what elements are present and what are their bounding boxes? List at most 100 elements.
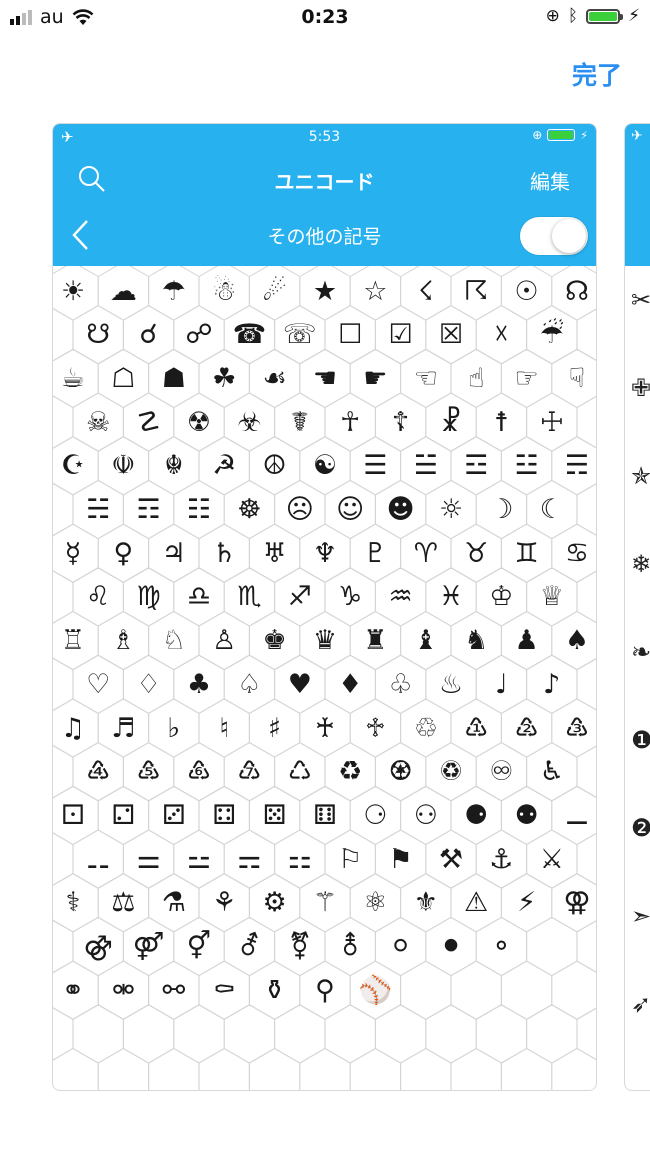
symbol-key[interactable]: ♆: [300, 528, 350, 578]
symbol-key[interactable]: ☻: [376, 485, 426, 535]
symbol-key[interactable]: ♚: [250, 616, 300, 666]
symbol-key[interactable]: ⚯: [149, 965, 199, 1015]
symbol-key[interactable]: ⚛: [350, 878, 400, 928]
symbol-key[interactable]: ☽: [476, 485, 526, 535]
symbol-key[interactable]: ♮: [199, 703, 249, 753]
symbol-key[interactable]: ⚃: [199, 790, 249, 840]
symbol-key[interactable]: ♌: [73, 572, 123, 622]
symbol-key[interactable]: ⚚: [300, 878, 350, 928]
symbol-key[interactable]: ⚌: [124, 834, 174, 884]
symbol-key[interactable]: ⚊: [552, 790, 596, 840]
symbol-key[interactable]: ☨: [476, 397, 526, 447]
symbol-key[interactable]: ☶: [124, 485, 174, 535]
symbol-key[interactable]: ☄: [250, 266, 300, 316]
symbol-key[interactable]: ♕: [527, 572, 577, 622]
symbol-key[interactable]: ☘: [199, 353, 249, 403]
symbol-key[interactable]: ⚨: [325, 922, 375, 972]
symbol-key[interactable]: ☰: [350, 441, 400, 491]
symbol-key[interactable]: ☑: [376, 310, 426, 360]
symbol-key[interactable]: ⚐: [325, 834, 375, 884]
symbol-key[interactable]: ♣: [174, 659, 224, 709]
symbol-key[interactable]: ♰: [300, 703, 350, 753]
symbol-key[interactable]: ☀: [53, 266, 98, 316]
symbol-key[interactable]: ♎: [174, 572, 224, 622]
symbol-key[interactable]: ☵: [73, 485, 123, 535]
symbol-key[interactable]: ☺: [325, 485, 375, 535]
symbol-key[interactable]: ⚣: [73, 922, 123, 972]
symbol-key[interactable]: ⚀: [53, 790, 98, 840]
symbol-key[interactable]: ⚥: [174, 922, 224, 972]
symbol-key[interactable]: ♷: [124, 747, 174, 797]
symbol-key[interactable]: ☃: [199, 266, 249, 316]
symbol-key[interactable]: ♴: [502, 703, 552, 753]
symbol-key[interactable]: ♳: [451, 703, 501, 753]
symbol-key[interactable]: ☕: [53, 353, 98, 403]
symbol-key[interactable]: ⚓: [476, 834, 526, 884]
symbol-key[interactable]: ⚍: [174, 834, 224, 884]
symbol-key[interactable]: ♧: [376, 659, 426, 709]
symbol-key[interactable]: ♱: [350, 703, 400, 753]
symbol-key[interactable]: ☌: [124, 310, 174, 360]
symbol-key[interactable]: ♸: [174, 747, 224, 797]
symbol-key[interactable]: ♞: [451, 616, 501, 666]
symbol-key[interactable]: ♦: [325, 659, 375, 709]
symbol-key[interactable]: ☖: [98, 353, 148, 403]
symbol-key[interactable]: ⚁: [98, 790, 148, 840]
symbol-key[interactable]: ⚱: [250, 965, 300, 1015]
symbol-key[interactable]: ⚲: [300, 965, 350, 1015]
symbol-key[interactable]: ☡: [124, 397, 174, 447]
symbol-key[interactable]: ⚉: [502, 790, 552, 840]
symbol-key[interactable]: ☟: [552, 353, 596, 403]
symbol-key[interactable]: ♒: [376, 572, 426, 622]
symbol-key[interactable]: ☓: [476, 310, 526, 360]
symbol-key[interactable]: ☚: [300, 353, 350, 403]
symbol-key[interactable]: ♄: [199, 528, 249, 578]
symbol-key[interactable]: ♇: [350, 528, 400, 578]
symbol-key[interactable]: ♓: [426, 572, 476, 622]
symbol-key[interactable]: ☋: [73, 310, 123, 360]
symbol-key[interactable]: ♪: [527, 659, 577, 709]
symbol-key[interactable]: ♟: [502, 616, 552, 666]
symbol-key[interactable]: ☂: [149, 266, 199, 316]
symbol-key[interactable]: ♵: [552, 703, 596, 753]
symbol-key[interactable]: ☏: [275, 310, 325, 360]
symbol-key[interactable]: ⚋: [73, 834, 123, 884]
symbol-key[interactable]: ♢: [124, 659, 174, 709]
symbol-key[interactable]: ⚬: [476, 922, 526, 972]
symbol-key[interactable]: ♏: [224, 572, 274, 622]
symbol-key[interactable]: ⚙: [250, 878, 300, 928]
symbol-key[interactable]: ☞: [502, 353, 552, 403]
symbol-key[interactable]: ♖: [53, 616, 98, 666]
symbol-key[interactable]: ⚕: [53, 878, 98, 928]
symbol-key[interactable]: ⚾: [350, 965, 400, 1015]
symbol-key[interactable]: ⚏: [275, 834, 325, 884]
symbol-key[interactable]: ⚔: [527, 834, 577, 884]
symbol-key[interactable]: ☢: [174, 397, 224, 447]
symbol-key[interactable]: ♾: [476, 747, 526, 797]
symbol-key[interactable]: ♙: [199, 616, 249, 666]
symbol-key[interactable]: ♘: [149, 616, 199, 666]
symbol-key[interactable]: ★: [300, 266, 350, 316]
symbol-key[interactable]: ♜: [350, 616, 400, 666]
symbol-key[interactable]: ♈: [401, 528, 451, 578]
symbol-key[interactable]: ☾: [527, 485, 577, 535]
symbol-key[interactable]: ☯: [300, 441, 350, 491]
symbol-key[interactable]: ☝: [451, 353, 501, 403]
symbol-key[interactable]: ☎: [224, 310, 274, 360]
symbol-key[interactable]: ⚖: [98, 878, 148, 928]
symbol-key[interactable]: ♋: [552, 528, 596, 578]
symbol-key[interactable]: ☜: [401, 353, 451, 403]
next-card-peek[interactable]: ✈ ✂ ✙ ✯ ❄ ❧ ❶ ❷ ➣ ➶: [624, 123, 650, 1091]
symbol-key[interactable]: ⚑: [376, 834, 426, 884]
symbol-key[interactable]: ⚢: [552, 878, 596, 928]
symbol-key[interactable]: ⚇: [401, 790, 451, 840]
symbol-key[interactable]: ⚭: [53, 965, 98, 1015]
symbol-key[interactable]: ☮: [250, 441, 300, 491]
keyboard-preview-card[interactable]: ✈ 5:53 ⊕ ⚡ ユニコード 編集 その他の記号 ☀ ☁ ☂ ☃ ☄ ★ ☆ ☇ ☈ ☉: [52, 123, 597, 1091]
symbol-key[interactable]: ☐: [325, 310, 375, 360]
symbol-key[interactable]: ♺: [275, 747, 325, 797]
symbol-key[interactable]: ⚦: [224, 922, 274, 972]
symbol-key[interactable]: ♉: [451, 528, 501, 578]
symbol-key[interactable]: ☒: [426, 310, 476, 360]
symbol-key[interactable]: ♀: [98, 528, 148, 578]
